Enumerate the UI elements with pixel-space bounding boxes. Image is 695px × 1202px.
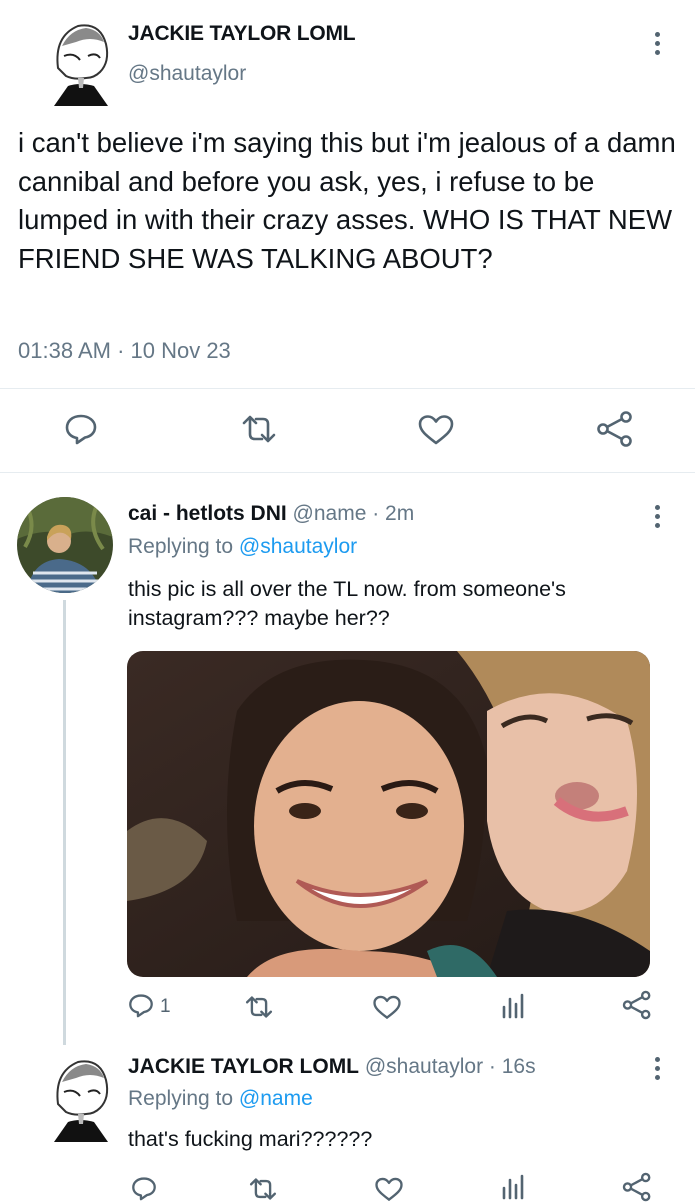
reply1-analytics-icon[interactable] (500, 993, 524, 1019)
main-avatar[interactable] (50, 16, 112, 106)
reply2-handle-time[interactable]: @shautaylor · 16s (365, 1055, 536, 1078)
main-display-name[interactable]: JACKIE TAYLOR LOML (128, 22, 356, 46)
reply1-reply-count: 1 (160, 996, 171, 1017)
reply1-header: cai - hetlots DNI @name · 2m (128, 502, 414, 526)
reply1-replying-to-link[interactable]: @shautaylor (239, 535, 357, 558)
reply2-replying-to-link[interactable]: @name (239, 1087, 313, 1110)
reply1-avatar[interactable] (17, 497, 113, 593)
reply2-replying-prefix: Replying to (128, 1087, 234, 1110)
reply2-display-name[interactable]: JACKIE TAYLOR LOML (128, 1055, 359, 1078)
reply-icon[interactable] (64, 413, 98, 445)
reply2-analytics-icon[interactable] (500, 1174, 524, 1200)
thread-line (63, 600, 66, 1045)
like-icon[interactable] (417, 414, 455, 446)
reply1-text: this pic is all over the TL now. from so… (128, 577, 566, 630)
divider-1 (0, 388, 695, 389)
main-timestamp[interactable]: 01:38 AM · 10 Nov 23 (18, 338, 231, 364)
reply2-replying: Replying to @name (128, 1087, 313, 1111)
reply1-replying: Replying to @shautaylor (128, 535, 357, 559)
reply2-reply-icon[interactable] (131, 1176, 157, 1201)
reply2-text: that's fucking mari?????? (128, 1127, 373, 1151)
reply1-handle-time[interactable]: @name · 2m (293, 502, 415, 525)
reply2-more-icon[interactable] (653, 1057, 661, 1084)
reply1-retweet-icon[interactable] (244, 995, 274, 1019)
reply1-replying-prefix: Replying to (128, 535, 234, 558)
divider-2 (0, 472, 695, 473)
reply1-display-name[interactable]: cai - hetlots DNI (128, 502, 287, 525)
retweet-icon[interactable] (240, 414, 278, 444)
reply1-more-icon[interactable] (653, 505, 661, 532)
main-more-icon[interactable] (653, 32, 661, 59)
main-tweet-text: i can't believe i'm saying this but i'm … (18, 127, 676, 274)
main-handle[interactable]: @shautaylor (128, 62, 246, 86)
reply2-retweet-icon[interactable] (248, 1177, 278, 1201)
reply1-reply-icon[interactable] (128, 993, 154, 1018)
reply2-like-icon[interactable] (374, 1177, 404, 1202)
reply1-like-icon[interactable] (372, 995, 402, 1020)
reply2-avatar[interactable] (50, 1051, 112, 1143)
share-icon[interactable] (596, 410, 634, 448)
reply1-media-photo[interactable] (127, 651, 650, 977)
reply2-share-icon[interactable] (622, 1172, 652, 1202)
reply2-header: JACKIE TAYLOR LOML @shautaylor · 16s (128, 1055, 536, 1079)
reply1-share-icon[interactable] (622, 990, 652, 1020)
